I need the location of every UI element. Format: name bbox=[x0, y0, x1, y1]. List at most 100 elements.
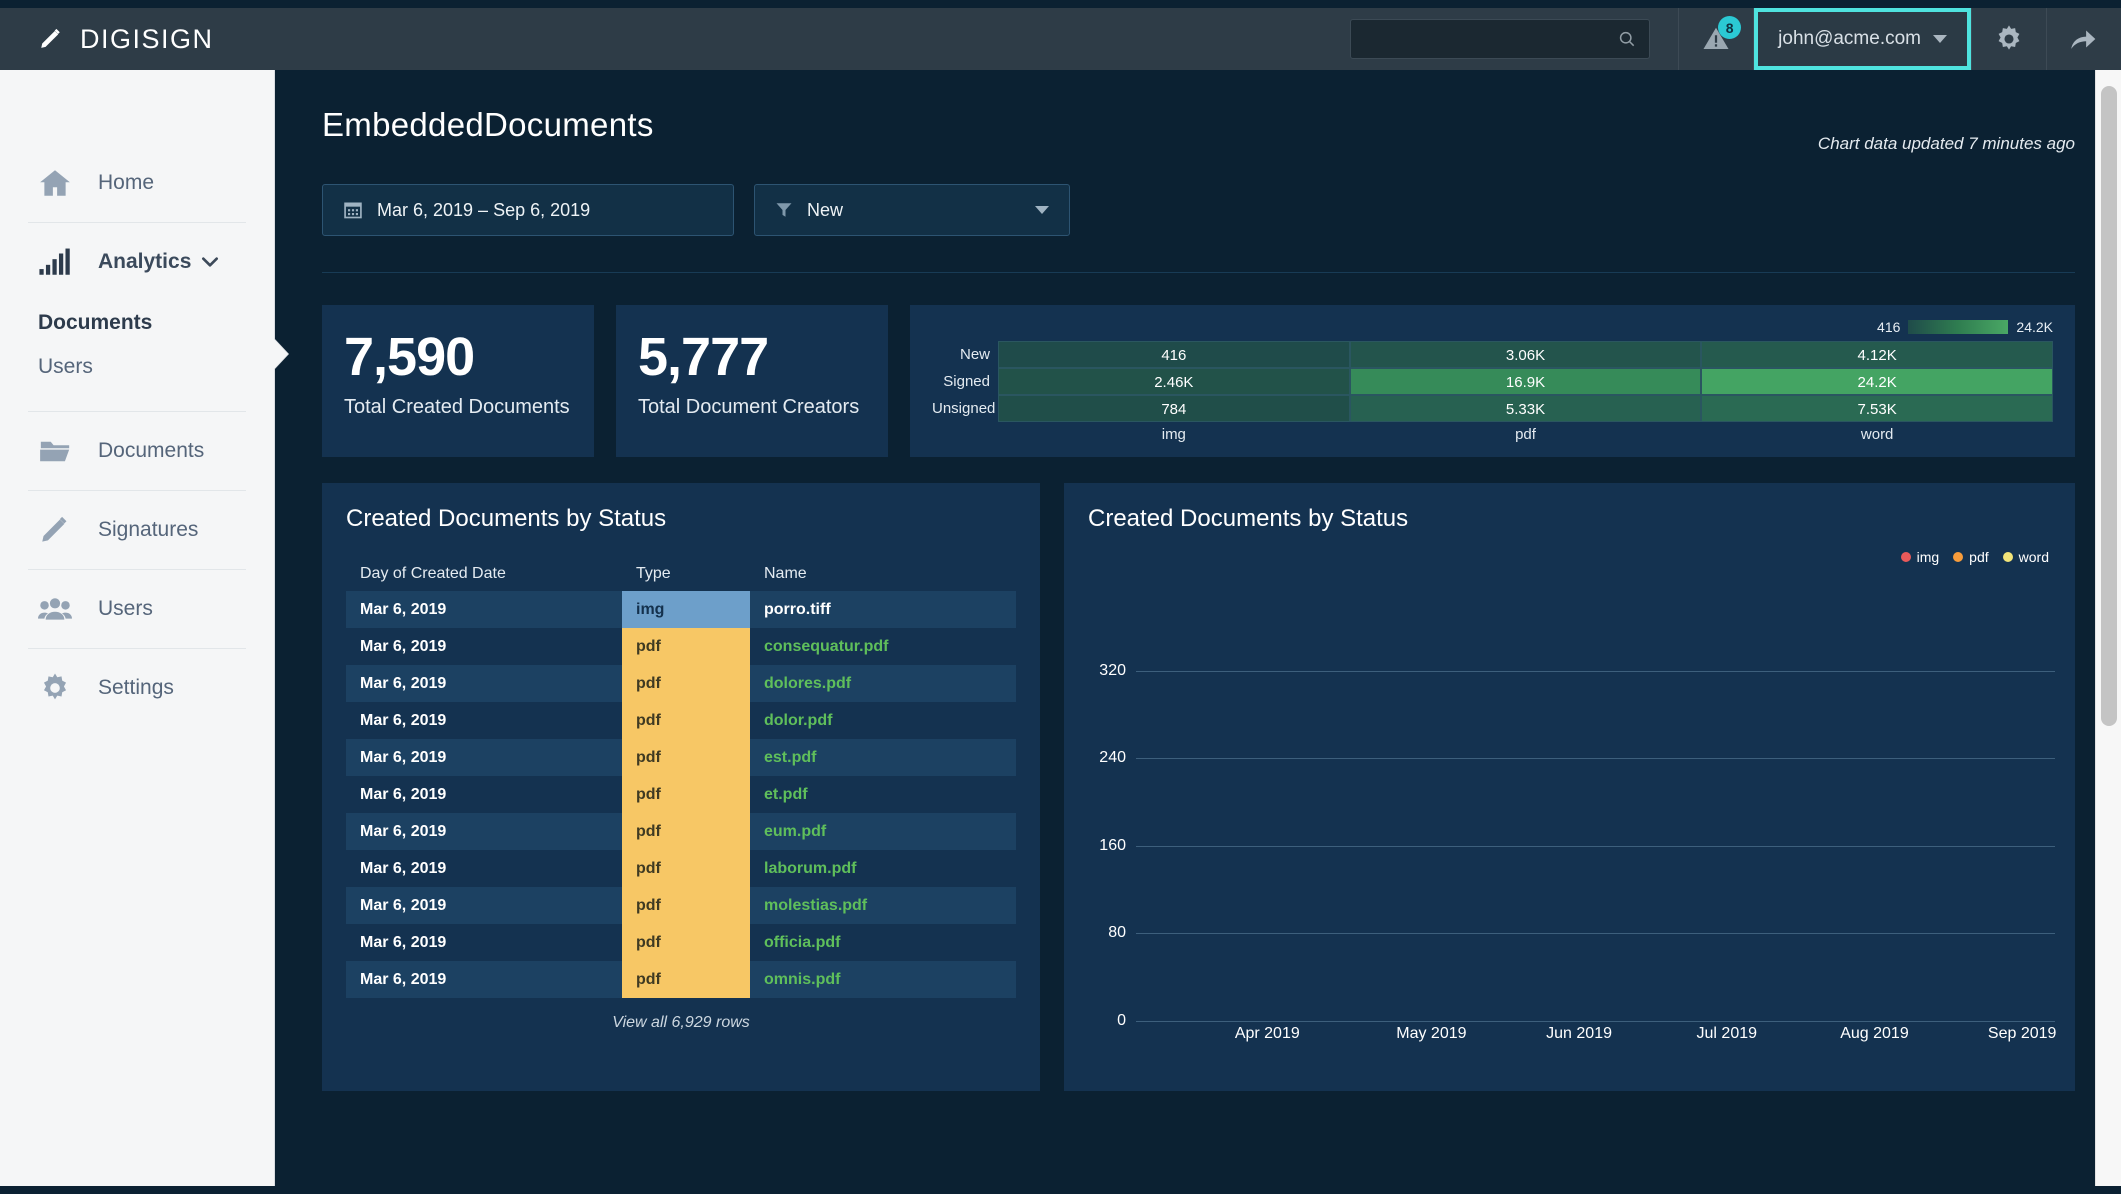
home-icon bbox=[40, 170, 70, 196]
alerts-button[interactable]: 8 bbox=[1679, 8, 1753, 70]
sidebar-subitem-documents[interactable]: Documents bbox=[0, 301, 274, 345]
heatmap-grid: New 416 3.06K 4.12K Signed 2.46K 16.9K 24.2K Uns… bbox=[932, 341, 2053, 448]
heatmap-cell[interactable]: 7.53K bbox=[1701, 395, 2053, 422]
heatmap-cell[interactable]: 784 bbox=[998, 395, 1350, 422]
table-row[interactable]: Mar 6, 2019 img porro.tiff bbox=[346, 591, 1016, 628]
heatmap-cell[interactable]: 3.06K bbox=[1349, 341, 1702, 368]
share-button[interactable] bbox=[2047, 8, 2121, 70]
x-axis-tick-label: Sep 2019 bbox=[1987, 1025, 2057, 1042]
chevron-down-icon bbox=[1933, 35, 1947, 43]
chevron-down-icon[interactable] bbox=[200, 252, 220, 272]
heatmap-cell[interactable]: 4.12K bbox=[1701, 341, 2053, 368]
cell-name: consequatur.pdf bbox=[750, 628, 1016, 665]
table-row[interactable]: Mar 6, 2019 pdf dolor.pdf bbox=[346, 702, 1016, 739]
table-row[interactable]: Mar 6, 2019 pdf et.pdf bbox=[346, 776, 1016, 813]
chart-x-axis: Apr 2019 May 2019 Jun 2019 Jul 2019 Aug 2019… bbox=[1136, 1025, 2057, 1051]
heatmap-corner-spacer bbox=[932, 422, 998, 448]
cell-name: officia.pdf bbox=[750, 924, 1016, 961]
cell-name: porro.tiff bbox=[750, 591, 1016, 628]
table-row[interactable]: Mar 6, 2019 pdf eum.pdf bbox=[346, 813, 1016, 850]
settings-button[interactable] bbox=[1972, 8, 2046, 70]
heatmap-cell[interactable]: 16.9K bbox=[1349, 368, 1702, 395]
page-scrollbar-track[interactable] bbox=[2095, 70, 2121, 1186]
heatmap-cell[interactable]: 2.46K bbox=[998, 368, 1350, 395]
column-header-name[interactable]: Name bbox=[750, 565, 1016, 583]
user-menu[interactable]: john@acme.com bbox=[1754, 8, 1971, 70]
cell-type: pdf bbox=[622, 665, 750, 702]
sidebar-item-label-users: Users bbox=[98, 597, 153, 620]
heatmap-legend-max: 24.2K bbox=[2016, 319, 2053, 335]
sidebar-item-settings[interactable]: Settings bbox=[0, 649, 274, 727]
bar-chart-panel: Created Documents by Status img pdf word 0… bbox=[1064, 483, 2075, 1091]
table-row[interactable]: Mar 6, 2019 pdf laborum.pdf bbox=[346, 850, 1016, 887]
x-axis-tick-label: Apr 2019 bbox=[1234, 1025, 1300, 1042]
x-axis-tick-label: Jul 2019 bbox=[1696, 1025, 1758, 1042]
cell-date: Mar 6, 2019 bbox=[346, 887, 622, 924]
y-axis-tick-label: 0 bbox=[1117, 1012, 1126, 1029]
documents-table: Day of Created Date Type Name Mar 6, 201… bbox=[322, 557, 1040, 1032]
x-axis-tick-label: May 2019 bbox=[1396, 1025, 1467, 1042]
table-row[interactable]: Mar 6, 2019 pdf consequatur.pdf bbox=[346, 628, 1016, 665]
cell-type: pdf bbox=[622, 961, 750, 998]
gear-icon bbox=[1998, 25, 2020, 50]
sidebar-subitem-label-documents: Documents bbox=[38, 311, 153, 334]
kpi-heatmap-row: 7,590 Total Created Documents 5,777 Tota… bbox=[322, 305, 2075, 457]
sidebar-item-label-analytics: Analytics bbox=[98, 250, 192, 273]
column-header-type[interactable]: Type bbox=[622, 565, 750, 583]
sidebar-item-documents[interactable]: Documents bbox=[0, 412, 274, 490]
heatmap-cell[interactable]: 24.2K bbox=[1701, 368, 2053, 395]
date-range-filter[interactable]: Mar 6, 2019 – Sep 6, 2019 bbox=[322, 184, 734, 236]
table-row[interactable]: Mar 6, 2019 pdf omnis.pdf bbox=[346, 961, 1016, 998]
table-row[interactable]: Mar 6, 2019 pdf molestias.pdf bbox=[346, 887, 1016, 924]
sidebar: Home Analytics Documents Users Documents… bbox=[0, 70, 288, 1186]
table-row[interactable]: Mar 6, 2019 pdf dolores.pdf bbox=[346, 665, 1016, 702]
sidebar-item-label-documents: Documents bbox=[98, 439, 205, 462]
legend-dot-icon bbox=[1953, 552, 1964, 562]
brand-logo[interactable]: DIGISIGN bbox=[0, 24, 214, 55]
cell-name: eum.pdf bbox=[750, 813, 1016, 850]
cell-date: Mar 6, 2019 bbox=[346, 591, 622, 628]
table-header-row: Day of Created Date Type Name bbox=[346, 557, 1016, 591]
users-icon bbox=[38, 598, 72, 620]
cell-type: pdf bbox=[622, 739, 750, 776]
chart-gridline bbox=[1136, 758, 2055, 760]
panels-row: Created Documents by Status Day of Creat… bbox=[322, 483, 2075, 1091]
table-row[interactable]: Mar 6, 2019 pdf est.pdf bbox=[346, 739, 1016, 776]
cell-name: dolores.pdf bbox=[750, 665, 1016, 702]
search-input[interactable] bbox=[1363, 30, 1618, 48]
sidebar-subitem-label-users: Users bbox=[38, 355, 93, 378]
pencil-icon bbox=[41, 28, 60, 48]
sidebar-item-label-signatures: Signatures bbox=[98, 518, 199, 541]
search-icon[interactable] bbox=[1617, 29, 1637, 49]
chart-updated-note: Chart data updated 7 minutes ago bbox=[1817, 134, 2075, 153]
kpi-card-total-created-documents: 7,590 Total Created Documents bbox=[322, 305, 594, 457]
column-header-date[interactable]: Day of Created Date bbox=[346, 565, 622, 583]
sidebar-item-home[interactable]: Home bbox=[0, 144, 274, 222]
status-filter-dropdown[interactable]: New bbox=[754, 184, 1070, 236]
view-all-rows-link[interactable]: View all 6,929 rows bbox=[346, 1014, 1016, 1032]
heatmap-cell[interactable]: 416 bbox=[998, 341, 1350, 368]
heatmap-cell[interactable]: 5.33K bbox=[1349, 395, 1702, 422]
page-scrollbar-thumb[interactable] bbox=[2101, 86, 2117, 726]
heatmap-card: 416 24.2K New 416 3.06K 4.12K Signed 2.46K 16.… bbox=[910, 305, 2075, 457]
sidebar-item-users[interactable]: Users bbox=[0, 570, 274, 648]
legend-label: pdf bbox=[1969, 549, 1989, 565]
chart-legend-item[interactable]: pdf bbox=[1953, 549, 1989, 565]
alert-count-badge: 8 bbox=[1718, 16, 1742, 39]
cell-type: pdf bbox=[622, 850, 750, 887]
cell-date: Mar 6, 2019 bbox=[346, 776, 622, 813]
cell-type: pdf bbox=[622, 702, 750, 739]
table-row[interactable]: Mar 6, 2019 pdf officia.pdf bbox=[346, 924, 1016, 961]
chart-legend-item[interactable]: word bbox=[2002, 549, 2049, 565]
cell-date: Mar 6, 2019 bbox=[346, 924, 622, 961]
chart-legend-item[interactable]: img bbox=[1900, 549, 1939, 565]
sidebar-item-label-settings: Settings bbox=[98, 676, 174, 699]
sidebar-subitem-users[interactable]: Users bbox=[0, 345, 274, 389]
sidebar-item-signatures[interactable]: Signatures bbox=[0, 491, 274, 569]
chart-panel-title: Created Documents by Status bbox=[1088, 505, 1409, 532]
chart-bars bbox=[1136, 583, 2055, 1021]
cell-date: Mar 6, 2019 bbox=[346, 850, 622, 887]
search-box[interactable] bbox=[1350, 19, 1651, 59]
sidebar-item-analytics[interactable]: Analytics bbox=[0, 223, 274, 301]
y-axis-tick-label: 160 bbox=[1099, 836, 1126, 854]
